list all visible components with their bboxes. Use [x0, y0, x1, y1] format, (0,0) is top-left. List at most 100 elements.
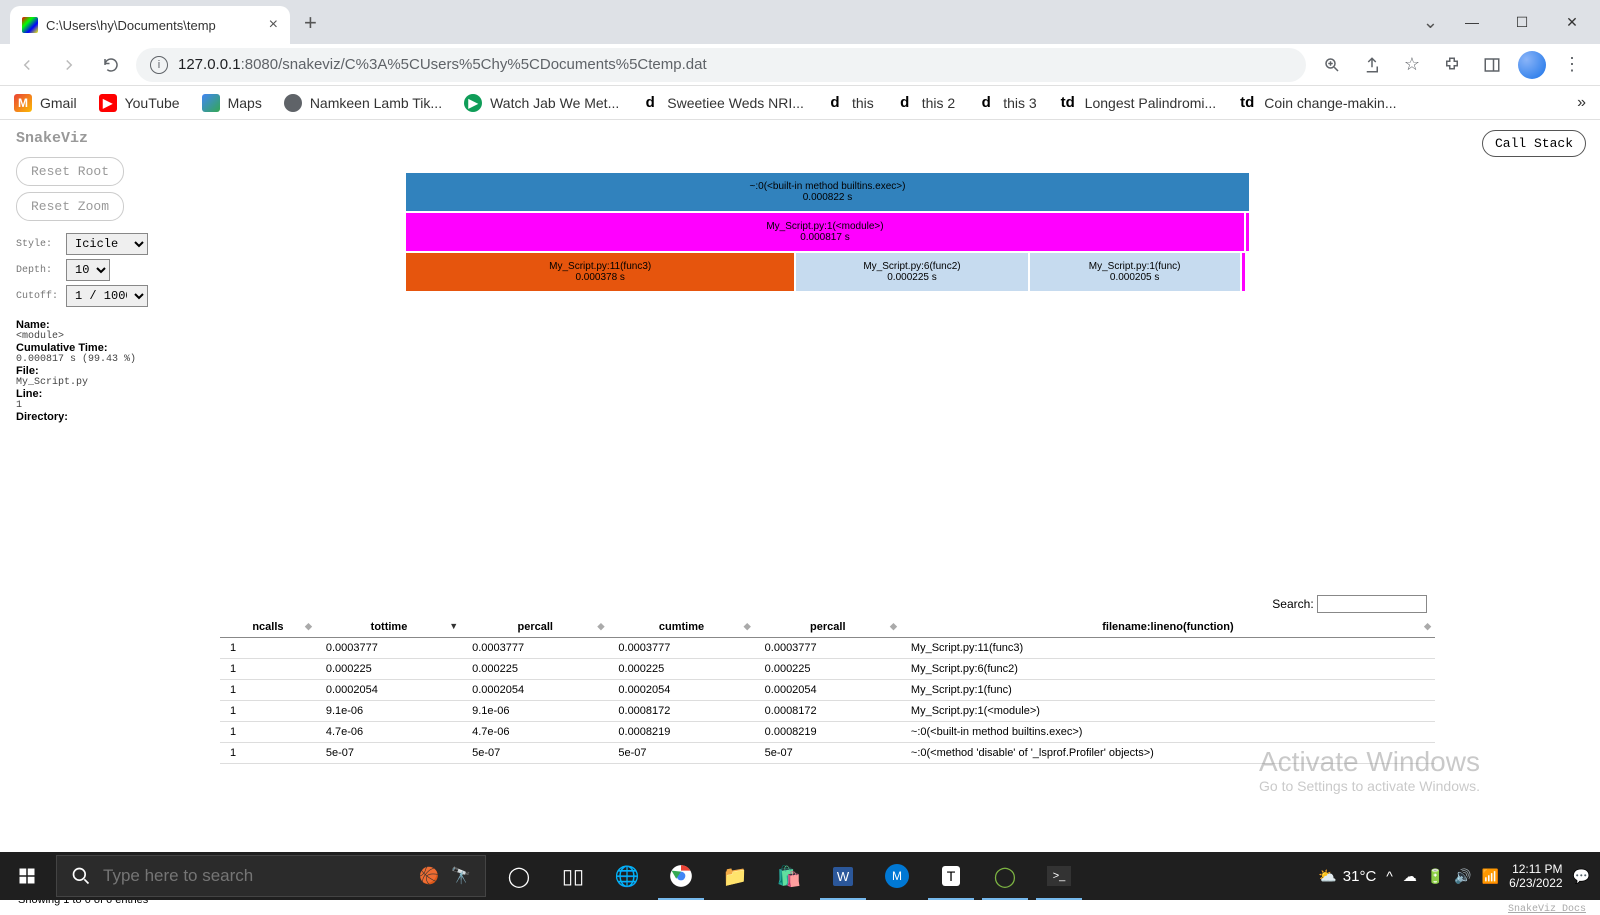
cutoff-label: Cutoff: [16, 291, 60, 302]
info-cumtime-label: Cumulative Time: [16, 342, 108, 354]
table-header[interactable]: ncalls◆ [220, 617, 316, 638]
bookmark-item[interactable]: dSweetiee Weds NRI... [641, 94, 804, 112]
bookmark-maps[interactable]: Maps [202, 94, 262, 112]
bookmark-item[interactable]: tdLongest Palindromi... [1059, 94, 1217, 112]
edge-icon[interactable]: 🌐 [600, 852, 654, 900]
icicle-cell[interactable] [1245, 212, 1250, 252]
nav-reload-button[interactable] [94, 48, 128, 82]
table-header[interactable]: tottime▼ [316, 617, 462, 638]
terminal-icon[interactable]: >_ [1032, 852, 1086, 900]
table-cell: 0.0008172 [608, 701, 754, 722]
taskbar-clock[interactable]: 12:11 PM 6/23/2022 [1509, 862, 1562, 891]
browser-tab[interactable]: C:\Users\hy\Documents\temp × [10, 6, 290, 44]
table-cell: 0.000225 [462, 659, 608, 680]
profile-avatar[interactable] [1514, 47, 1550, 83]
youtube-icon: ▶ [99, 94, 117, 112]
share-icon[interactable] [1354, 47, 1390, 83]
wifi-icon[interactable]: 📶 [1482, 868, 1499, 885]
bookmark-item[interactable]: dthis [826, 94, 874, 112]
side-panel-icon[interactable] [1474, 47, 1510, 83]
nav-forward-button[interactable] [52, 48, 86, 82]
table-row[interactable]: 19.1e-069.1e-060.00081720.0008172My_Scri… [220, 701, 1435, 722]
bookmark-item[interactable]: Namkeen Lamb Tik... [284, 94, 442, 112]
battery-icon[interactable]: 🔋 [1427, 868, 1444, 885]
table-cell: 0.0003777 [462, 638, 608, 659]
table-header[interactable]: percall◆ [462, 617, 608, 638]
snakeviz-docs-link[interactable]: SnakeViz Docs [1508, 904, 1586, 915]
d-icon: d [977, 94, 995, 112]
tray-chevron-icon[interactable]: ^ [1386, 868, 1393, 884]
windows-taskbar: 🏀 🔭 ◯ ▯▯ 🌐 📁 🛍️ W M T ◯ >_ ⛅ 31°C ^ ☁ 🔋 … [0, 852, 1600, 900]
taskbar-search[interactable]: 🏀 🔭 [56, 855, 486, 897]
icicle-cell[interactable]: My_Script.py:1(<module>)0.000817 s [405, 212, 1245, 252]
table-cell: 9.1e-06 [316, 701, 462, 722]
tab-search-icon[interactable]: ⌄ [1423, 12, 1438, 33]
icicle-cell[interactable]: My_Script.py:11(func3)0.000378 s [405, 252, 795, 292]
table-header[interactable]: percall◆ [755, 617, 901, 638]
table-row[interactable]: 10.00037770.00037770.00037770.0003777My_… [220, 638, 1435, 659]
table-cell: 0.0003777 [755, 638, 901, 659]
table-row[interactable]: 10.0002250.0002250.0002250.000225My_Scri… [220, 659, 1435, 680]
reset-zoom-button[interactable]: Reset Zoom [16, 192, 124, 221]
table-row[interactable]: 14.7e-064.7e-060.00082190.0008219~:0(<bu… [220, 722, 1435, 743]
table-search-input[interactable] [1317, 595, 1427, 613]
weather-widget[interactable]: ⛅ 31°C [1318, 867, 1376, 885]
icicle-cell[interactable]: My_Script.py:6(func2)0.000225 s [795, 252, 1028, 292]
onedrive-icon[interactable]: ☁ [1403, 868, 1417, 885]
call-stack-button[interactable]: Call Stack [1482, 130, 1586, 157]
volume-icon[interactable]: 🔊 [1454, 868, 1471, 885]
new-tab-button[interactable]: + [304, 10, 317, 36]
bookmark-youtube[interactable]: ▶YouTube [99, 94, 180, 112]
icicle-cell[interactable]: My_Script.py:1(func)0.000205 s [1029, 252, 1241, 292]
taskbar-app-icon[interactable]: M [870, 852, 924, 900]
window-close-button[interactable]: ✕ [1548, 6, 1596, 38]
table-cell: 5e-07 [755, 743, 901, 764]
url-path: /snakeviz/C%3A%5CUsers%5Chy%5CDocuments%… [278, 56, 707, 73]
extensions-icon[interactable] [1434, 47, 1470, 83]
table-cell: 1 [220, 722, 316, 743]
depth-select[interactable]: 10 [66, 259, 110, 281]
table-cell: 0.0003777 [316, 638, 462, 659]
browser-menu-icon[interactable]: ⋮ [1554, 47, 1590, 83]
taskbar-app-icon[interactable]: ◯ [978, 852, 1032, 900]
bookmark-star-icon[interactable]: ☆ [1394, 47, 1430, 83]
nav-back-button[interactable] [10, 48, 44, 82]
app-title: SnakeViz [0, 120, 1600, 157]
notifications-icon[interactable]: 💬 [1573, 868, 1590, 885]
table-cell: 0.0002054 [462, 680, 608, 701]
bookmark-item[interactable]: dthis 2 [896, 94, 955, 112]
taskbar-search-input[interactable] [103, 866, 407, 886]
style-select[interactable]: Icicle [66, 233, 148, 255]
info-name-value: <module> [16, 331, 1584, 342]
table-header[interactable]: cumtime◆ [608, 617, 754, 638]
window-maximize-button[interactable]: ☐ [1498, 6, 1546, 38]
window-minimize-button[interactable]: — [1448, 6, 1496, 38]
cutoff-select[interactable]: 1 / 1000 [66, 285, 148, 307]
ms-store-icon[interactable]: 🛍️ [762, 852, 816, 900]
icicle-cell[interactable]: ~:0(<built-in method builtins.exec>)0.00… [405, 172, 1250, 212]
reset-root-button[interactable]: Reset Root [16, 157, 124, 186]
zoom-icon[interactable] [1314, 47, 1350, 83]
table-row[interactable]: 10.00020540.00020540.00020540.0002054My_… [220, 680, 1435, 701]
file-explorer-icon[interactable]: 📁 [708, 852, 762, 900]
bookmark-item[interactable]: dthis 3 [977, 94, 1036, 112]
table-row[interactable]: 15e-075e-075e-075e-07~:0(<method 'disabl… [220, 743, 1435, 764]
table-cell: 5e-07 [316, 743, 462, 764]
word-icon[interactable]: W [816, 852, 870, 900]
bookmark-item[interactable]: ▶Watch Jab We Met... [464, 94, 619, 112]
table-header[interactable]: filename:lineno(function)◆ [901, 617, 1435, 638]
tab-close-icon[interactable]: × [269, 16, 278, 34]
table-cell: 1 [220, 743, 316, 764]
bookmark-gmail[interactable]: MGmail [14, 94, 77, 112]
task-view-button[interactable]: ◯ [492, 852, 546, 900]
taskbar-app-icon[interactable]: T [924, 852, 978, 900]
page-content: SnakeViz Reset Root Reset Zoom Call Stac… [0, 120, 1600, 852]
url-bar[interactable]: i 127.0.0.1:8080/snakeviz/C%3A%5CUsers%5… [136, 48, 1306, 82]
icicle-cell[interactable] [1241, 252, 1246, 292]
chrome-icon[interactable] [654, 852, 708, 900]
site-info-icon[interactable]: i [150, 56, 168, 74]
bookmarks-overflow-icon[interactable]: » [1577, 94, 1586, 112]
bookmark-item[interactable]: tdCoin change-makin... [1238, 94, 1396, 112]
start-button[interactable] [0, 852, 54, 900]
taskbar-app-icon[interactable]: ▯▯ [546, 852, 600, 900]
